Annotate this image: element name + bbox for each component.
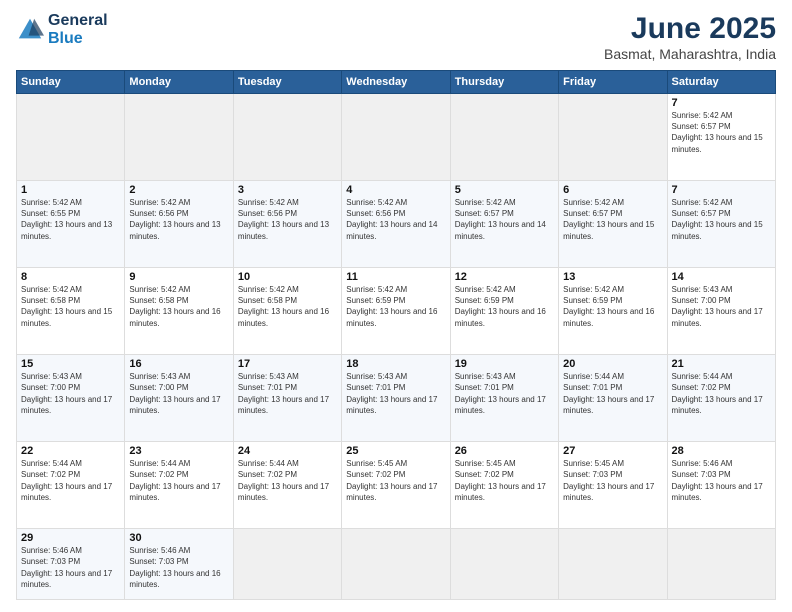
location: Basmat, Maharashtra, India [604,46,776,62]
day-22: 22 Sunrise: 5:44 AMSunset: 7:02 PMDaylig… [17,442,125,529]
day-19: 19 Sunrise: 5:43 AMSunset: 7:01 PMDaylig… [450,355,558,442]
day-1: 1 Sunrise: 5:42 AMSunset: 6:55 PMDayligh… [17,181,125,268]
title-block: June 2025 Basmat, Maharashtra, India [604,12,776,62]
day-9: 9 Sunrise: 5:42 AMSunset: 6:58 PMDayligh… [125,268,233,355]
col-wednesday: Wednesday [342,71,450,94]
col-monday: Monday [125,71,233,94]
week-row-3: 15 Sunrise: 5:43 AMSunset: 7:00 PMDaylig… [17,355,776,442]
col-tuesday: Tuesday [233,71,341,94]
col-sunday: Sunday [17,71,125,94]
empty-cell [233,529,341,600]
day-29: 29 Sunrise: 5:46 AMSunset: 7:03 PMDaylig… [17,529,125,600]
empty-cell [125,94,233,181]
day-30: 30 Sunrise: 5:46 AMSunset: 7:03 PMDaylig… [125,529,233,600]
day-21: 21 Sunrise: 5:44 AMSunset: 7:02 PMDaylig… [667,355,775,442]
day-16: 16 Sunrise: 5:43 AMSunset: 7:00 PMDaylig… [125,355,233,442]
day-7: 7 Sunrise: 5:42 AMSunset: 6:57 PMDayligh… [667,94,775,181]
week-row-5: 29 Sunrise: 5:46 AMSunset: 7:03 PMDaylig… [17,529,776,600]
col-saturday: Saturday [667,71,775,94]
day-18: 18 Sunrise: 5:43 AMSunset: 7:01 PMDaylig… [342,355,450,442]
day-25: 25 Sunrise: 5:45 AMSunset: 7:02 PMDaylig… [342,442,450,529]
day-11: 11 Sunrise: 5:42 AMSunset: 6:59 PMDaylig… [342,268,450,355]
empty-cell [342,529,450,600]
week-row-4: 22 Sunrise: 5:44 AMSunset: 7:02 PMDaylig… [17,442,776,529]
month-title: June 2025 [604,12,776,46]
day-4: 4 Sunrise: 5:42 AMSunset: 6:56 PMDayligh… [342,181,450,268]
calendar-header-row: Sunday Monday Tuesday Wednesday Thursday… [17,71,776,94]
calendar-table: Sunday Monday Tuesday Wednesday Thursday… [16,70,776,600]
day-12: 12 Sunrise: 5:42 AMSunset: 6:59 PMDaylig… [450,268,558,355]
empty-cell [450,94,558,181]
page: General Blue June 2025 Basmat, Maharasht… [0,0,792,612]
day-26: 26 Sunrise: 5:45 AMSunset: 7:02 PMDaylig… [450,442,558,529]
day-3: 3 Sunrise: 5:42 AMSunset: 6:56 PMDayligh… [233,181,341,268]
empty-cell [233,94,341,181]
day-28: 28 Sunrise: 5:46 AMSunset: 7:03 PMDaylig… [667,442,775,529]
week-row-1b: 1 Sunrise: 5:42 AMSunset: 6:55 PMDayligh… [17,181,776,268]
empty-cell [667,529,775,600]
day-10: 10 Sunrise: 5:42 AMSunset: 6:58 PMDaylig… [233,268,341,355]
empty-cell [342,94,450,181]
week-row-2: 8 Sunrise: 5:42 AMSunset: 6:58 PMDayligh… [17,268,776,355]
empty-cell [450,529,558,600]
day-5: 5 Sunrise: 5:42 AMSunset: 6:57 PMDayligh… [450,181,558,268]
day-13: 13 Sunrise: 5:42 AMSunset: 6:59 PMDaylig… [559,268,667,355]
day-8: 8 Sunrise: 5:42 AMSunset: 6:58 PMDayligh… [17,268,125,355]
empty-cell [559,529,667,600]
empty-cell [559,94,667,181]
day-2: 2 Sunrise: 5:42 AMSunset: 6:56 PMDayligh… [125,181,233,268]
day-24: 24 Sunrise: 5:44 AMSunset: 7:02 PMDaylig… [233,442,341,529]
logo-text: General Blue [48,12,108,49]
day-27: 27 Sunrise: 5:45 AMSunset: 7:03 PMDaylig… [559,442,667,529]
day-7b: 7 Sunrise: 5:42 AMSunset: 6:57 PMDayligh… [667,181,775,268]
day-20: 20 Sunrise: 5:44 AMSunset: 7:01 PMDaylig… [559,355,667,442]
day-17: 17 Sunrise: 5:43 AMSunset: 7:01 PMDaylig… [233,355,341,442]
day-23: 23 Sunrise: 5:44 AMSunset: 7:02 PMDaylig… [125,442,233,529]
col-friday: Friday [559,71,667,94]
day-15: 15 Sunrise: 5:43 AMSunset: 7:00 PMDaylig… [17,355,125,442]
day-6: 6 Sunrise: 5:42 AMSunset: 6:57 PMDayligh… [559,181,667,268]
empty-cell [17,94,125,181]
header: General Blue June 2025 Basmat, Maharasht… [16,12,776,62]
logo: General Blue [16,12,108,49]
col-thursday: Thursday [450,71,558,94]
logo-icon [16,16,44,44]
week-row-1: 7 Sunrise: 5:42 AMSunset: 6:57 PMDayligh… [17,94,776,181]
day-14: 14 Sunrise: 5:43 AMSunset: 7:00 PMDaylig… [667,268,775,355]
